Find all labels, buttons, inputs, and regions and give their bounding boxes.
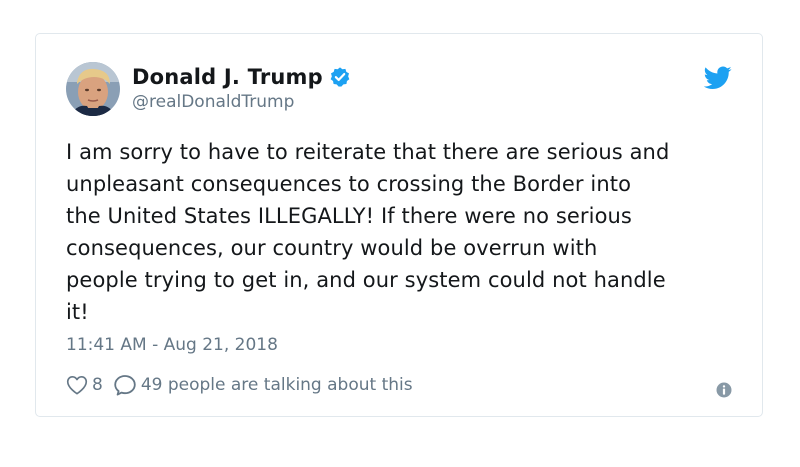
verified-badge-icon	[329, 66, 351, 88]
avatar-image	[66, 62, 120, 116]
author-handle[interactable]: @realDonaldTrump	[132, 92, 294, 112]
heart-icon[interactable]	[66, 375, 88, 395]
author-name[interactable]: Donald J. Trump	[132, 65, 323, 89]
tweet-text: I am sorry to have to reiterate that the…	[66, 140, 670, 324]
twitter-bird-icon[interactable]	[703, 66, 732, 90]
tweet-card[interactable]: Donald J. Trump @realDonaldTrump I am so…	[35, 33, 763, 417]
tweet-actions: 8 49 people are talking about this	[66, 374, 413, 396]
info-icon[interactable]	[716, 382, 732, 398]
avatar[interactable]	[66, 62, 120, 116]
speech-bubble-icon[interactable]	[113, 374, 137, 396]
tweet-timestamp[interactable]: 11:41 AM - Aug 21, 2018	[66, 335, 278, 355]
like-count[interactable]: 8	[92, 375, 103, 395]
author-row: Donald J. Trump	[132, 65, 351, 89]
talking-link[interactable]: 49 people are talking about this	[141, 375, 413, 395]
